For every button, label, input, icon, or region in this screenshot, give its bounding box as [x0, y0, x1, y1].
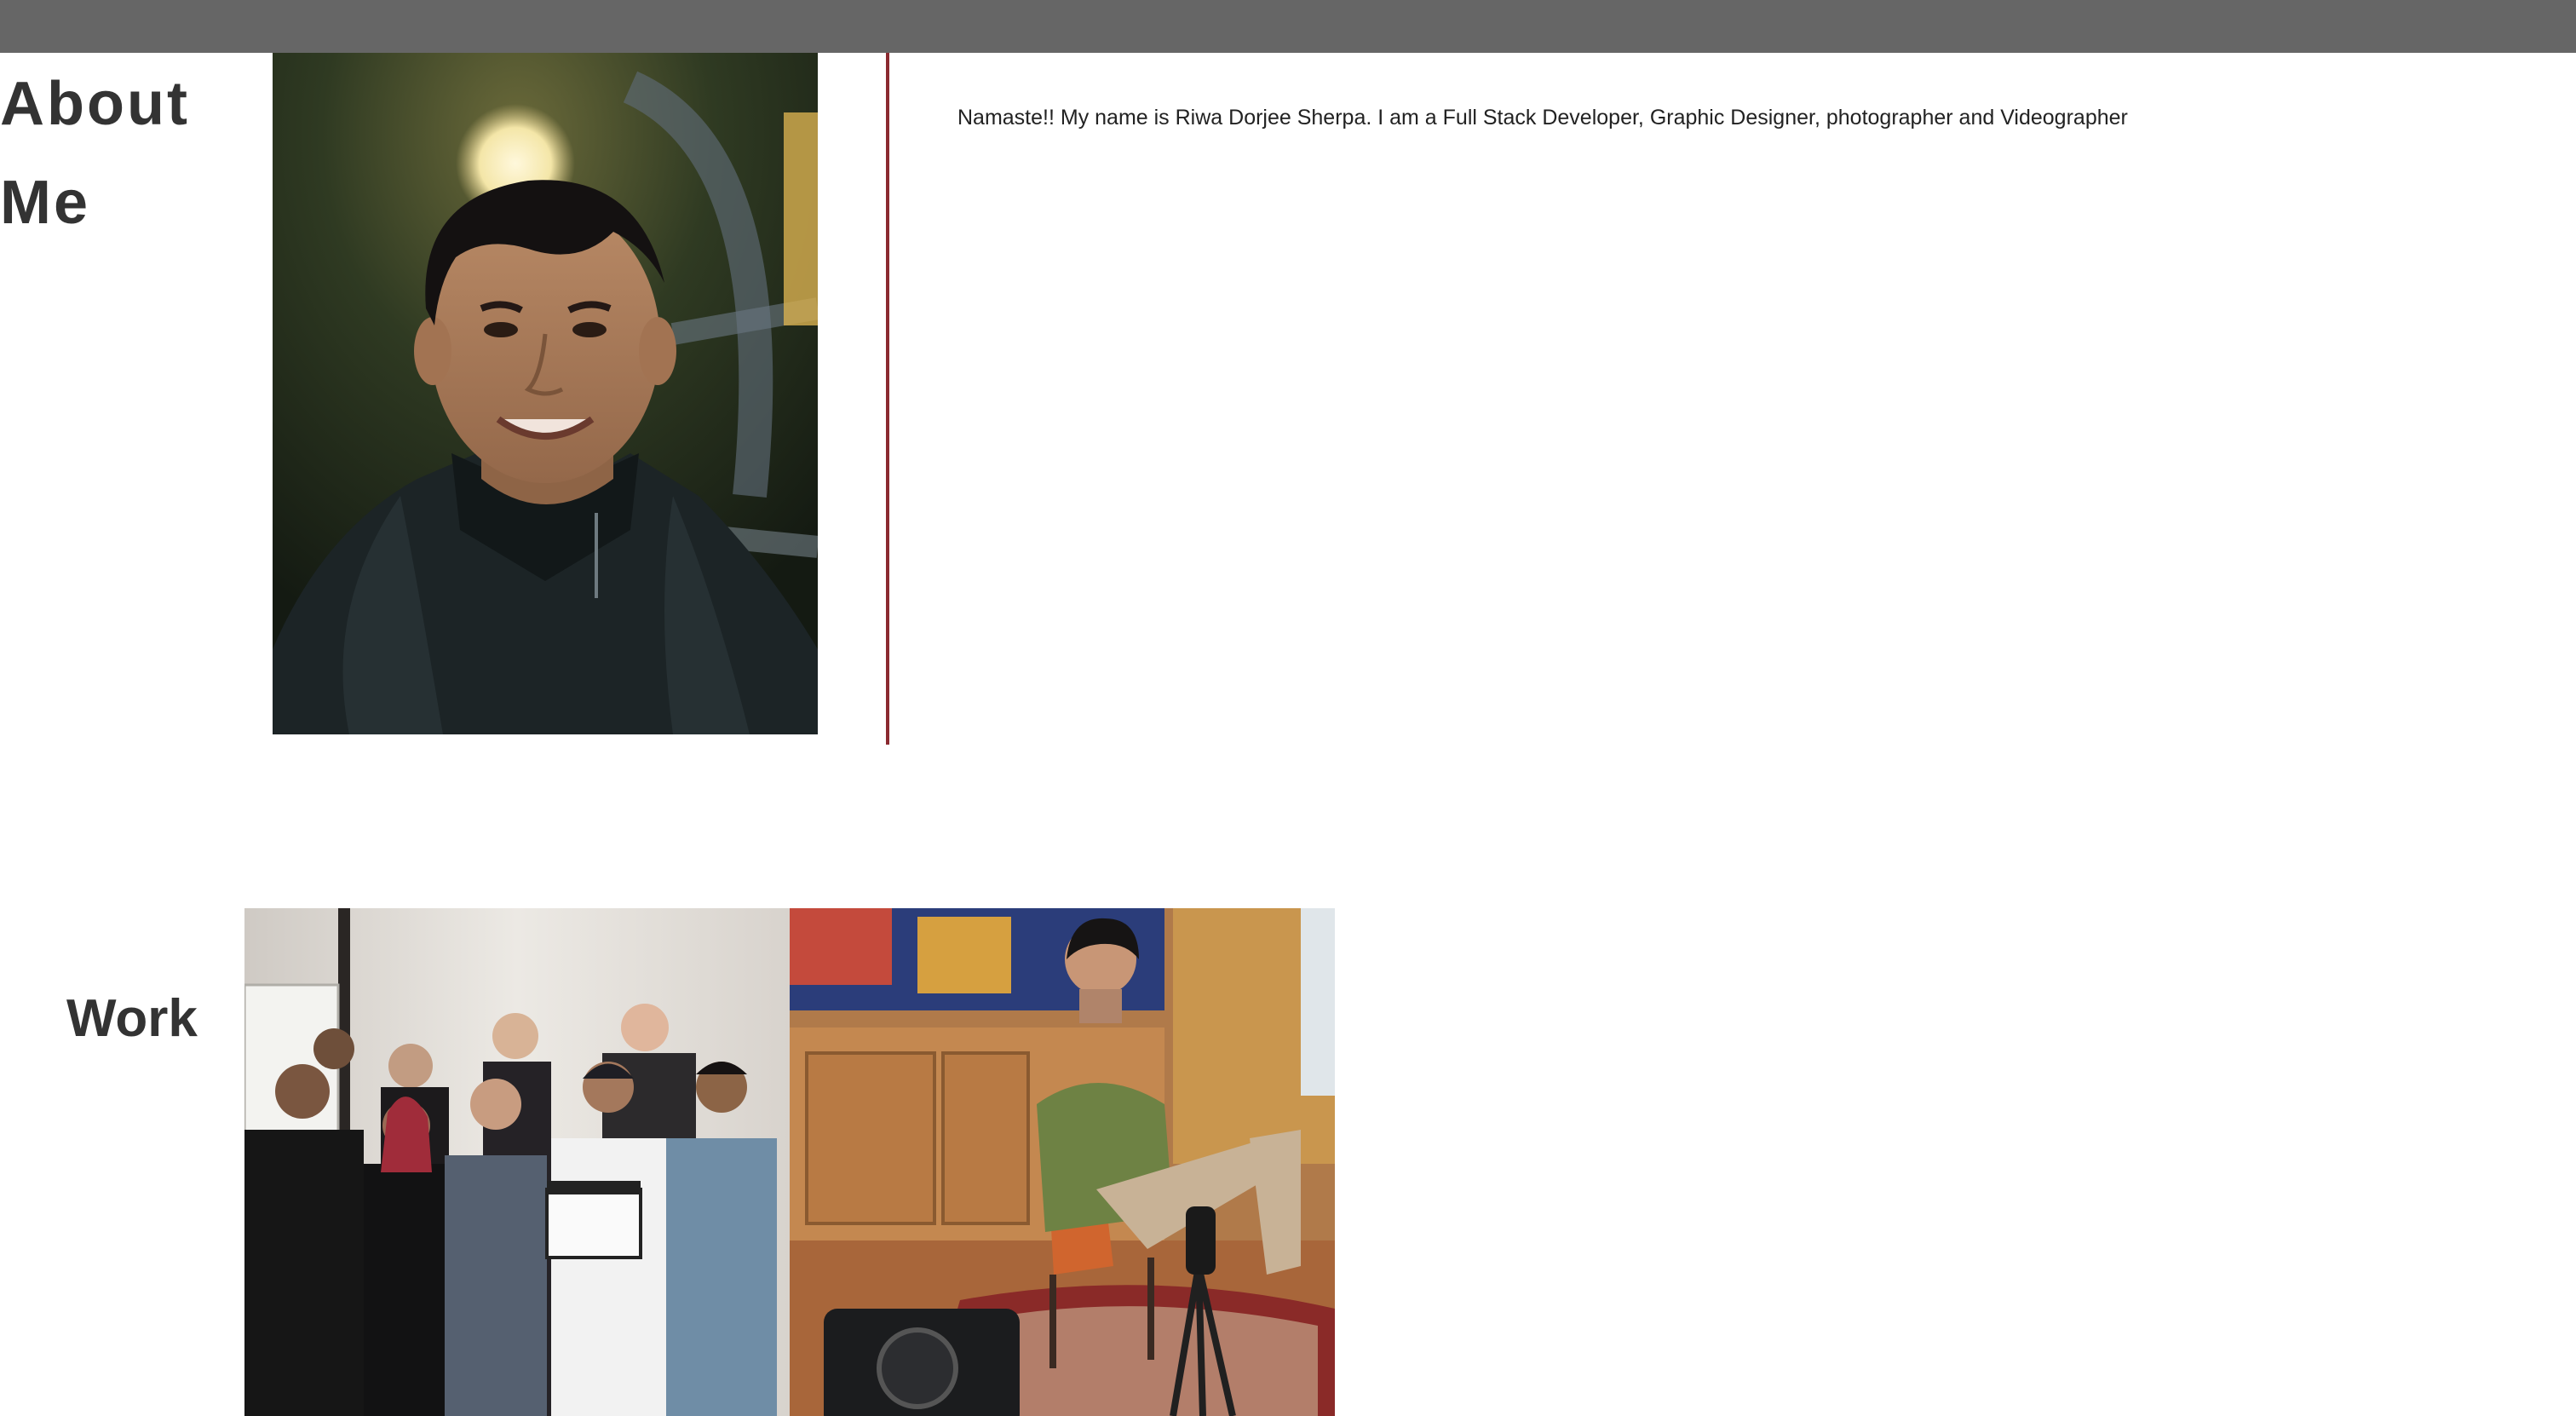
top-bar [0, 0, 2576, 53]
work-photo-group [244, 908, 790, 1416]
work-photo-interview [790, 908, 1335, 1416]
interview-photo-illustration [790, 908, 1335, 1416]
about-heading: About Me [0, 70, 190, 237]
portrait-photo [273, 53, 818, 734]
work-heading: Work [66, 989, 198, 1048]
intro-text: Namaste!! My name is Riwa Dorjee Sherpa.… [957, 106, 2128, 130]
group-photo-illustration [244, 908, 790, 1416]
vertical-divider [886, 53, 889, 745]
portrait-illustration [273, 53, 818, 734]
